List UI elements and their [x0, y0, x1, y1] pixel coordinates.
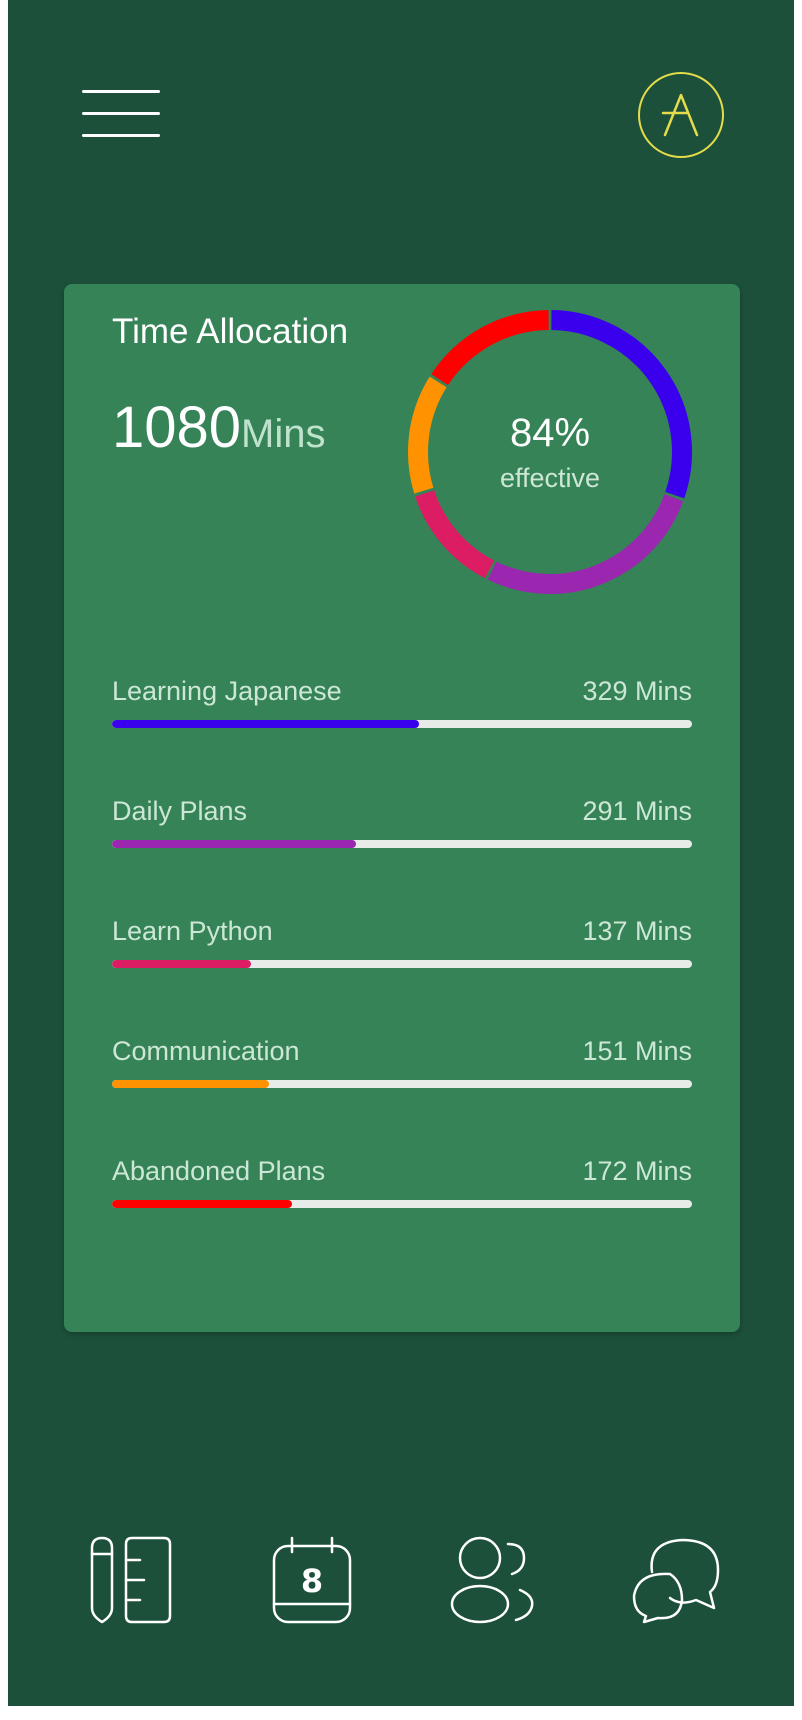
item-label: Abandoned Plans — [112, 1156, 326, 1186]
total-time: 1080Mins — [112, 394, 325, 461]
donut-segment-learning-japanese — [551, 310, 692, 499]
progress-fill — [112, 1200, 292, 1208]
item-value: 172 Mins — [582, 1156, 692, 1186]
chat-bubbles-icon — [632, 1538, 720, 1624]
notes-ruler-icon — [90, 1536, 172, 1624]
item-value: 329 Mins — [582, 676, 692, 706]
donut-segment-daily-plans — [487, 494, 684, 594]
total-value: 1080 — [112, 395, 242, 460]
list-item[interactable]: Abandoned Plans 172 Mins — [112, 1156, 692, 1276]
card-title: Time Allocation — [112, 312, 349, 351]
progress-track — [112, 840, 692, 848]
list-item[interactable]: Daily Plans 291 Mins — [112, 796, 692, 916]
item-label: Learn Python — [112, 916, 273, 946]
item-value: 291 Mins — [582, 796, 692, 826]
list-item[interactable]: Communication 151 Mins — [112, 1036, 692, 1156]
progress-track — [112, 960, 692, 968]
item-label: Communication — [112, 1036, 300, 1066]
tab-calendar[interactable]: 8 — [262, 1530, 362, 1630]
progress-track — [112, 1200, 692, 1208]
progress-fill — [112, 1080, 269, 1088]
list-item[interactable]: Learning Japanese 329 Mins — [112, 676, 692, 796]
time-allocation-card: Time Allocation 1080Mins 84% effective L… — [64, 284, 740, 1332]
progress-fill — [112, 840, 356, 848]
bottom-tab-bar: 8 — [8, 1530, 794, 1650]
allocation-list: Learning Japanese 329 Mins Daily Plans 2… — [112, 676, 692, 1276]
donut-chart — [408, 310, 692, 594]
item-label: Learning Japanese — [112, 676, 342, 706]
donut-segment-communication — [408, 376, 447, 494]
tab-people[interactable] — [444, 1530, 544, 1630]
progress-fill — [112, 960, 252, 968]
hamburger-menu-icon[interactable] — [82, 88, 162, 140]
donut-segment-abandoned-plans — [431, 310, 549, 386]
calendar-day: 8 — [301, 1562, 323, 1600]
app-screen: A Time Allocation 1080Mins 84% effective… — [8, 0, 794, 1706]
progress-fill — [112, 720, 420, 728]
calendar-icon: 8 — [272, 1536, 352, 1624]
item-label: Daily Plans — [112, 796, 248, 826]
total-unit: Mins — [241, 412, 326, 456]
tab-chat[interactable] — [626, 1530, 726, 1630]
progress-track — [112, 1080, 692, 1088]
item-value: 137 Mins — [582, 916, 692, 946]
tab-notes[interactable] — [80, 1530, 180, 1630]
donut-segment-learn-python — [415, 490, 495, 579]
people-icon — [450, 1536, 534, 1624]
avatar-a-glyph — [661, 93, 699, 137]
list-item[interactable]: Learn Python 137 Mins — [112, 916, 692, 1036]
item-value: 151 Mins — [582, 1036, 692, 1066]
avatar[interactable]: A — [638, 72, 724, 158]
progress-track — [112, 720, 692, 728]
